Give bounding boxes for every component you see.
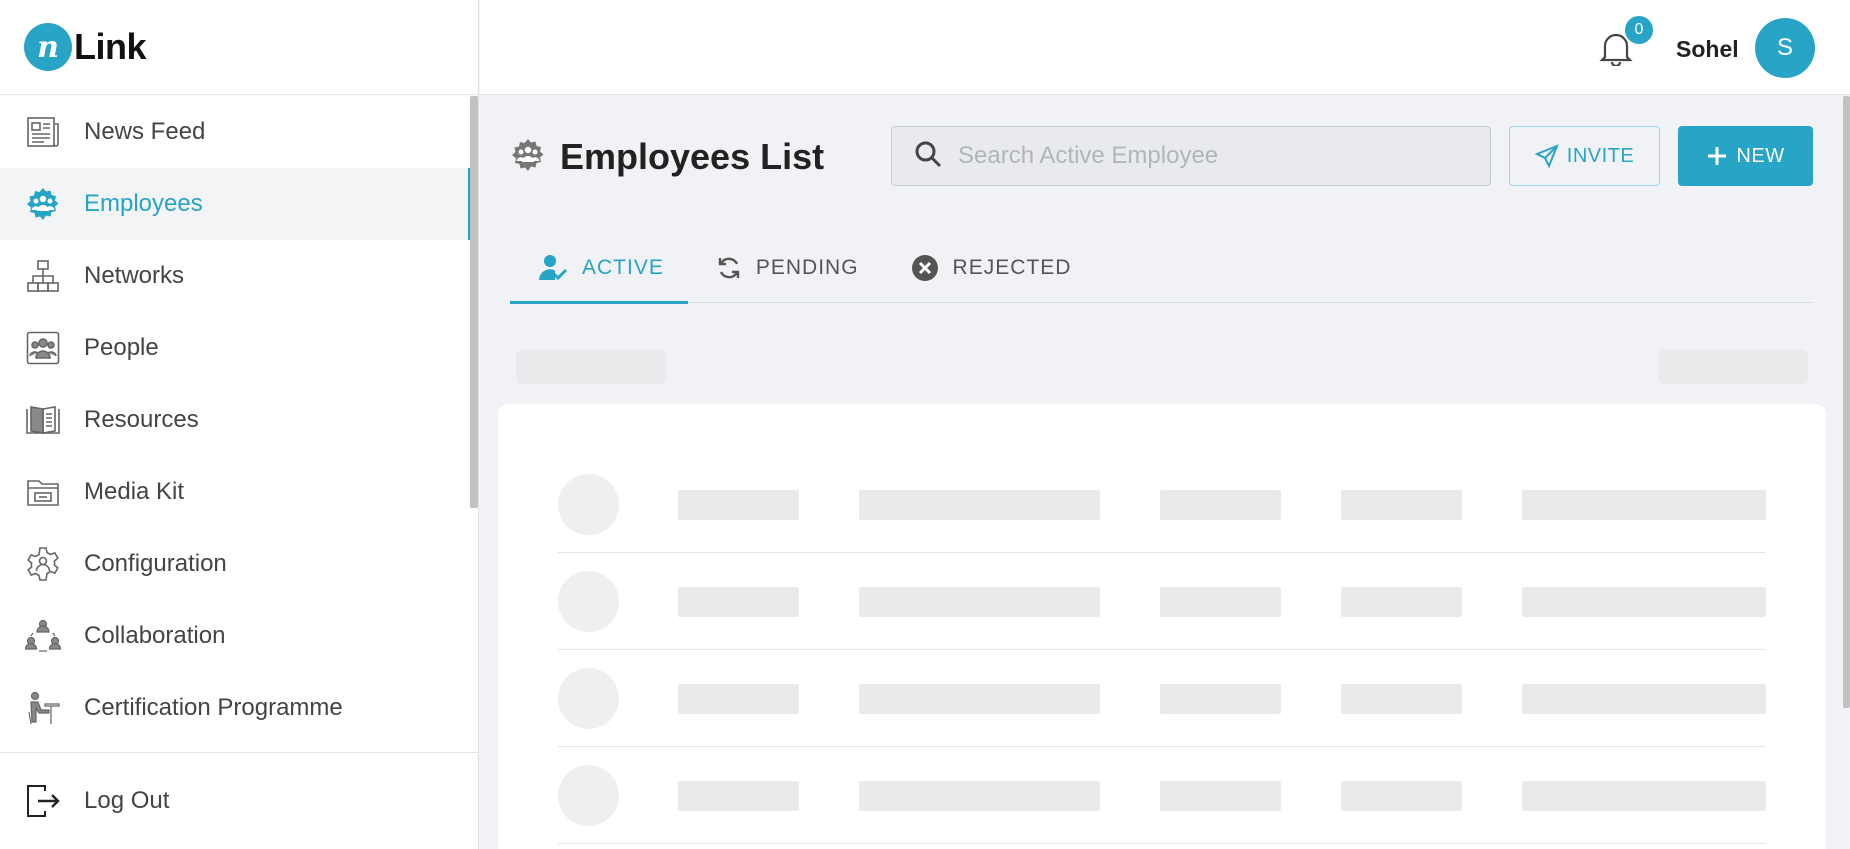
search-input[interactable]	[958, 142, 1478, 170]
new-label: NEW	[1736, 144, 1785, 167]
skeleton-cell	[1160, 684, 1281, 714]
page-title: Employees List	[560, 136, 825, 177]
sidebar-item-employees[interactable]: Employees	[0, 168, 478, 240]
sidebar-item-collaboration[interactable]: Collaboration	[0, 600, 478, 672]
skeleton-cell	[859, 490, 1100, 520]
sidebar-item-label: Certification Programme	[84, 694, 343, 721]
status-tabs: ACTIVE PENDING REJECTED	[510, 234, 1813, 304]
skeleton-cell	[859, 684, 1100, 714]
sidebar-item-label: Media Kit	[84, 478, 185, 505]
notification-badge: 0	[1623, 14, 1655, 46]
logout-icon	[24, 782, 62, 820]
employees-gear-icon	[510, 137, 546, 178]
folder-icon	[24, 473, 62, 511]
newspaper-icon	[24, 113, 62, 151]
avatar[interactable]: S	[1755, 18, 1815, 78]
username[interactable]: Sohel	[1676, 36, 1739, 63]
certification-icon	[24, 689, 62, 727]
x-circle-icon	[911, 255, 938, 281]
main-scrollbar[interactable]	[1843, 96, 1850, 708]
employee-table-card	[498, 404, 1826, 849]
logout-label: Log Out	[84, 787, 170, 814]
user-check-icon	[539, 255, 568, 281]
collaboration-icon	[24, 617, 62, 655]
plus-icon	[1708, 147, 1727, 165]
sidebar-item-resources[interactable]: Resources	[0, 384, 478, 456]
employees-gear-icon	[24, 185, 62, 223]
invite-label: INVITE	[1566, 144, 1635, 167]
skeleton-cell	[1341, 684, 1462, 714]
table-row-skeleton	[558, 553, 1766, 650]
new-button[interactable]: NEW	[1678, 126, 1813, 186]
search-box	[891, 126, 1491, 186]
tab-label: ACTIVE	[582, 256, 664, 279]
skeleton-cell	[859, 781, 1100, 811]
tab-label: PENDING	[755, 256, 859, 279]
tab-active[interactable]: ACTIVE	[510, 234, 688, 304]
network-icon	[24, 257, 62, 295]
top-bar: 0 Sohel S	[480, 0, 1850, 95]
logo[interactable]: n Link	[0, 0, 478, 95]
main-content: Employees List INVITE NEW ACTIVE PENDING…	[480, 96, 1850, 849]
skeleton-cell	[1522, 781, 1766, 811]
skeleton-avatar	[558, 474, 619, 535]
skeleton-cell	[1522, 684, 1766, 714]
skeleton-cell	[1160, 490, 1281, 520]
skeleton-cell	[678, 781, 799, 811]
skeleton-cell	[1341, 490, 1462, 520]
sidebar-item-label: Resources	[84, 406, 199, 433]
skeleton-cell	[678, 490, 799, 520]
sidebar-item-networks[interactable]: Networks	[0, 240, 478, 312]
sidebar-nav: News Feed Employees Networks People Reso…	[0, 96, 478, 752]
sidebar-item-media-kit[interactable]: Media Kit	[0, 456, 478, 528]
gear-icon	[24, 545, 62, 583]
skeleton-cell	[1160, 781, 1281, 811]
sidebar-item-people[interactable]: People	[0, 312, 478, 384]
sidebar: n Link News Feed Employees Networks Peop…	[0, 0, 479, 849]
page-header: Employees List	[510, 136, 824, 178]
sidebar-item-certification-programme[interactable]: Certification Programme	[0, 672, 478, 744]
skeleton-cell	[678, 587, 799, 617]
skeleton-avatar	[558, 765, 619, 826]
sidebar-item-label: Employees	[84, 190, 203, 217]
skeleton-cell	[678, 684, 799, 714]
table-row-skeleton	[558, 650, 1766, 747]
refresh-icon	[718, 257, 740, 279]
sidebar-item-label: News Feed	[84, 118, 206, 145]
table-row-skeleton	[558, 747, 1766, 844]
skeleton-cell	[1160, 587, 1281, 617]
skeleton-cell	[1341, 781, 1462, 811]
sidebar-item-label: Collaboration	[84, 622, 226, 649]
skeleton-placeholder	[516, 350, 666, 384]
people-icon	[24, 329, 62, 367]
sidebar-item-label: People	[84, 334, 159, 361]
tab-pending[interactable]: PENDING	[688, 234, 883, 302]
sidebar-item-news-feed[interactable]: News Feed	[0, 96, 478, 168]
sidebar-item-label: Configuration	[84, 550, 227, 577]
tab-label: REJECTED	[952, 256, 1072, 279]
send-icon	[1534, 144, 1559, 168]
skeleton-cell	[1522, 490, 1766, 520]
sidebar-item-configuration[interactable]: Configuration	[0, 528, 478, 600]
logo-mark: n	[24, 23, 72, 71]
invite-button[interactable]: INVITE	[1509, 126, 1660, 186]
skeleton-cell	[1341, 587, 1462, 617]
tab-rejected[interactable]: REJECTED	[883, 234, 1096, 302]
sidebar-scrollbar[interactable]	[470, 96, 478, 508]
logout-button[interactable]: Log Out	[0, 752, 478, 849]
skeleton-avatar	[558, 571, 619, 632]
skeleton-avatar	[558, 668, 619, 729]
skeleton-cell	[859, 587, 1100, 617]
table-row-skeleton	[558, 456, 1766, 553]
skeleton-placeholder	[1658, 350, 1808, 384]
skeleton-cell	[1522, 587, 1766, 617]
search-icon	[914, 140, 942, 173]
sidebar-item-label: Networks	[84, 262, 185, 289]
book-icon	[24, 401, 62, 439]
logo-text: Link	[74, 26, 147, 67]
